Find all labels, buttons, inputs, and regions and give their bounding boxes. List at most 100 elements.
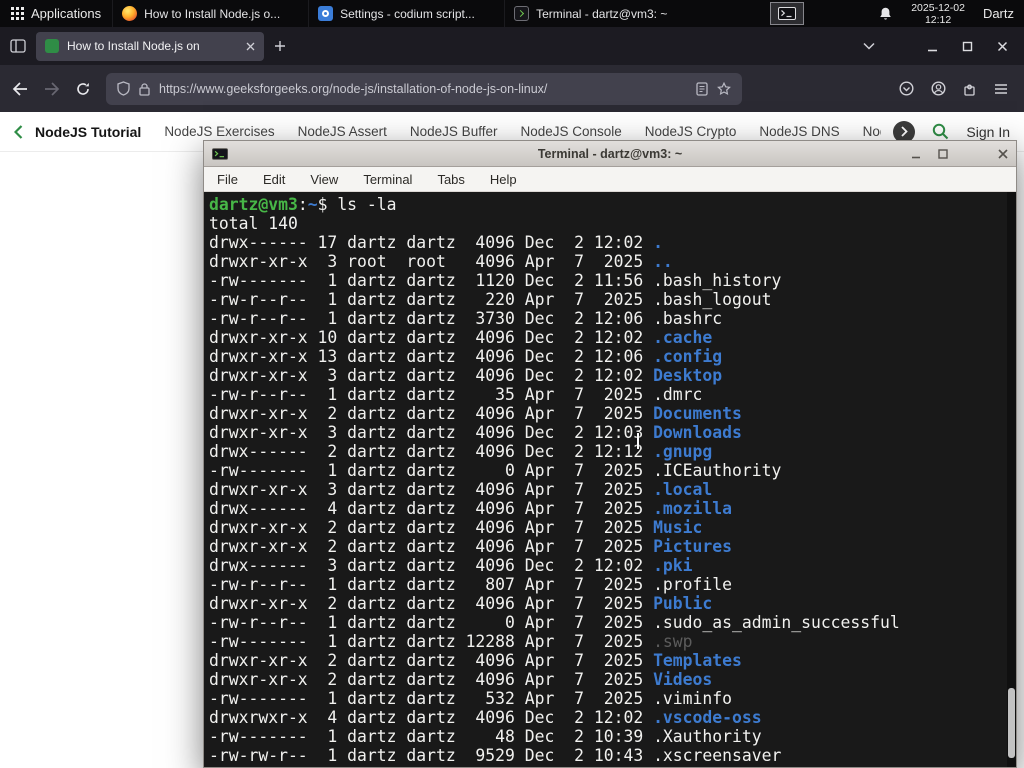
file-meta: drwxr-xr-x 2 dartz dartz 4096 Apr 7 2025	[209, 670, 654, 689]
maximize-button[interactable]	[962, 41, 973, 52]
minimize-button[interactable]	[927, 41, 938, 52]
terminal-listing-row: drwx------ 2 dartz dartz 4096 Dec 2 12:1…	[209, 442, 1002, 461]
terminal-scrollbar-thumb[interactable]	[1008, 688, 1015, 758]
menu-edit[interactable]: Edit	[263, 172, 285, 187]
terminal-close-button[interactable]	[998, 148, 1008, 159]
file-name: Templates	[653, 651, 742, 670]
terminal-listing-row: drwxrwxr-x 4 dartz dartz 4096 Dec 2 12:0…	[209, 708, 1002, 727]
nav-link-nodejs-crypto[interactable]: NodeJS Crypto	[645, 124, 737, 139]
terminal-body[interactable]: dartz@vm3:~$ ls -la total 140 drwx------ 1…	[204, 192, 1016, 767]
extensions-icon[interactable]	[963, 82, 977, 96]
firefox-view-icon[interactable]	[10, 39, 26, 53]
file-name: .dmrc	[653, 385, 703, 404]
terminal-listing-row: drwx------ 17 dartz dartz 4096 Dec 2 12:…	[209, 233, 1002, 252]
nav-link-node[interactable]: Node	[863, 124, 882, 139]
nav-link-nodejs-tutorial[interactable]: NodeJS Tutorial	[35, 124, 141, 140]
browser-tab[interactable]: How to Install Node.js on	[36, 31, 264, 61]
file-meta: drwxr-xr-x 2 dartz dartz 4096 Apr 7 2025	[209, 537, 654, 556]
file-name: .vscode-oss	[653, 708, 762, 727]
forward-button[interactable]	[44, 81, 60, 96]
menu-tabs[interactable]: Tabs	[437, 172, 464, 187]
file-name: .mozilla	[653, 499, 733, 518]
file-meta: -rw-r--r-- 1 dartz dartz 807 Apr 7 2025	[209, 575, 654, 594]
close-button[interactable]	[997, 41, 1008, 52]
url-text[interactable]: https://www.geeksforgeeks.org/node-js/in…	[159, 82, 687, 96]
reader-mode-icon[interactable]	[696, 81, 708, 96]
terminal-listing-row: -rw------- 1 dartz dartz 532 Apr 7 2025 …	[209, 689, 1002, 708]
taskbar-button-settings[interactable]: Settings - codium script...	[308, 0, 504, 27]
file-name: .gnupg	[653, 442, 713, 461]
terminal-maximize-button[interactable]	[938, 148, 948, 159]
gfg-nav-links: NodeJS Tutorial NodeJS Exercises NodeJS As…	[35, 124, 881, 140]
tab-list-chevron-icon[interactable]	[863, 42, 875, 50]
terminal-scrollbar[interactable]	[1007, 192, 1016, 767]
applications-menu-button[interactable]: Applications	[0, 0, 112, 27]
nav-link-nodejs-console[interactable]: NodeJS Console	[520, 124, 621, 139]
file-name: Videos	[653, 670, 713, 689]
terminal-listing-row: drwx------ 4 dartz dartz 4096 Apr 7 2025…	[209, 499, 1002, 518]
notification-bell-icon[interactable]	[878, 6, 893, 22]
taskbar-button-terminal[interactable]: Terminal - dartz@vm3: ~	[504, 0, 700, 27]
terminal-listing-row: drwxr-xr-x 2 dartz dartz 4096 Apr 7 2025…	[209, 594, 1002, 613]
file-name: .cache	[653, 328, 713, 347]
file-meta: -rw------- 1 dartz dartz 0 Apr 7 2025	[209, 461, 654, 480]
terminal-listing-row: drwx------ 3 dartz dartz 4096 Dec 2 12:0…	[209, 556, 1002, 575]
terminal-minimize-button[interactable]	[911, 149, 921, 159]
file-meta: -rw------- 1 dartz dartz 12288 Apr 7 202…	[209, 632, 654, 651]
terminal-menubar: File Edit View Terminal Tabs Help	[204, 167, 1016, 192]
menu-file[interactable]: File	[217, 172, 238, 187]
file-meta: drwxr-xr-x 13 dartz dartz 4096 Dec 2 12:…	[209, 347, 654, 366]
terminal-listing-row: drwxr-xr-x 2 dartz dartz 4096 Apr 7 2025…	[209, 518, 1002, 537]
new-tab-button[interactable]	[274, 40, 286, 52]
nav-link-nodejs-buffer[interactable]: NodeJS Buffer	[410, 124, 498, 139]
file-meta: -rw-rw-r-- 1 dartz dartz 9529 Dec 2 10:4…	[209, 746, 654, 765]
nav-link-nodejs-exercises[interactable]: NodeJS Exercises	[164, 124, 274, 139]
prompt-user: dartz@vm3	[209, 195, 298, 214]
terminal-listing-row: -rw------- 1 dartz dartz 0 Apr 7 2025 .I…	[209, 461, 1002, 480]
account-icon[interactable]	[931, 81, 946, 96]
terminal-titlebar[interactable]: Terminal - dartz@vm3: ~	[204, 141, 1016, 167]
file-name: .bashrc	[653, 309, 723, 328]
terminal-listing-row: drwxr-xr-x 3 dartz dartz 4096 Apr 7 2025…	[209, 480, 1002, 499]
file-meta: drwxrwxr-x 4 dartz dartz 4096 Dec 2 12:0…	[209, 708, 654, 727]
file-meta: drwx------ 4 dartz dartz 4096 Apr 7 2025	[209, 499, 654, 518]
file-meta: drwxr-xr-x 2 dartz dartz 4096 Apr 7 2025	[209, 651, 654, 670]
file-meta: drwxr-xr-x 3 dartz dartz 4096 Dec 2 12:0…	[209, 423, 654, 442]
chevron-left-icon[interactable]	[14, 124, 23, 139]
tracking-protection-shield-icon[interactable]	[117, 81, 130, 96]
tab-close-icon[interactable]	[246, 42, 255, 51]
terminal-listing-row: drwxr-xr-x 13 dartz dartz 4096 Dec 2 12:…	[209, 347, 1002, 366]
terminal-icon	[514, 6, 530, 21]
file-name: Desktop	[653, 366, 723, 385]
menu-view[interactable]: View	[310, 172, 338, 187]
terminal-window-title: Terminal - dartz@vm3: ~	[537, 146, 683, 161]
lock-icon	[139, 82, 150, 96]
reload-button[interactable]	[76, 82, 90, 96]
menu-terminal[interactable]: Terminal	[363, 172, 412, 187]
menu-hamburger-icon[interactable]	[994, 83, 1008, 95]
prompt-command: ls -la	[337, 195, 397, 214]
tab-title: How to Install Node.js on	[67, 39, 200, 53]
terminal-window: Terminal - dartz@vm3: ~ File Edit View Term…	[203, 140, 1017, 768]
gfg-favicon	[45, 39, 59, 53]
file-meta: drwxr-xr-x 2 dartz dartz 4096 Apr 7 2025	[209, 594, 654, 613]
taskbar-button-firefox[interactable]: How to Install Node.js o...	[112, 0, 308, 27]
top-panel: Applications How to Install Node.js o...…	[0, 0, 1024, 27]
nav-link-nodejs-dns[interactable]: NodeJS DNS	[759, 124, 839, 139]
bookmark-star-icon[interactable]	[717, 81, 731, 96]
browser-tabbar: How to Install Node.js on	[0, 27, 1024, 65]
file-name: .viminfo	[653, 689, 733, 708]
clock[interactable]: 2025-12-02 12:12	[911, 2, 965, 26]
nav-link-nodejs-assert[interactable]: NodeJS Assert	[298, 124, 387, 139]
file-meta: drwx------ 3 dartz dartz 4096 Dec 2 12:0…	[209, 556, 654, 575]
sign-in-button[interactable]: Sign In	[966, 124, 1010, 140]
tray-terminal-button[interactable]	[770, 2, 805, 25]
search-icon[interactable]	[932, 123, 949, 140]
pocket-icon[interactable]	[899, 81, 914, 96]
url-bar[interactable]: https://www.geeksforgeeks.org/node-js/in…	[106, 72, 742, 105]
taskbar: How to Install Node.js o... Settings - co…	[112, 0, 700, 27]
file-name: .profile	[653, 575, 733, 594]
menu-help[interactable]: Help	[490, 172, 517, 187]
back-button[interactable]	[12, 81, 28, 96]
terminal-listing-row: drwxr-xr-x 2 dartz dartz 4096 Apr 7 2025…	[209, 537, 1002, 556]
